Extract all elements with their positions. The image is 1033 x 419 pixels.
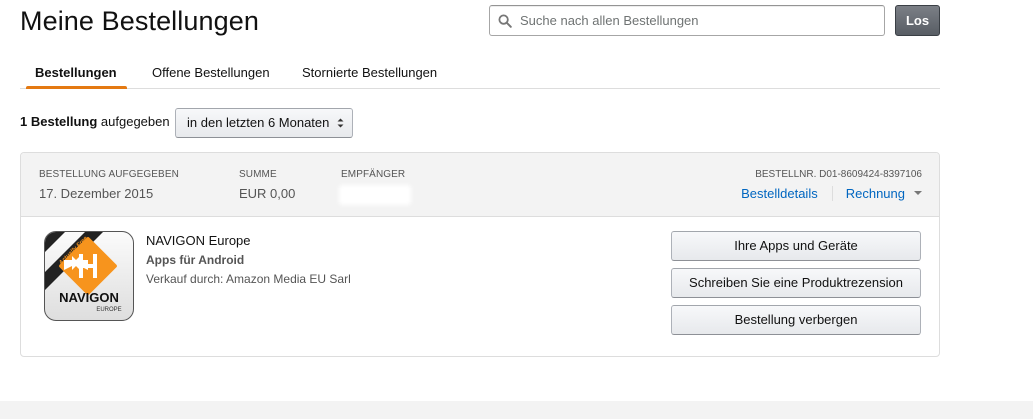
hide-order-button[interactable]: Bestellung verbergen [671,305,921,335]
footer-band [0,401,1033,419]
write-review-button[interactable]: Schreiben Sie eine Produktrezension [671,268,921,298]
order-card: BESTELLUNG AUFGEGEBEN 17. Dezember 2015 … [20,152,940,357]
active-tab-indicator [26,86,127,89]
product-title[interactable]: NAVIGON Europe [146,233,251,248]
logo-text: NAVIGON [59,290,119,305]
search-submit-button[interactable]: Los [895,5,940,36]
period-select[interactable]: in den letzten 6 Monaten [175,108,353,138]
order-date: 17. Dezember 2015 [39,186,154,201]
product-image[interactable]: Actually Free NAVIGON EUROPE [44,231,134,321]
order-number: BESTELLNR. D01-8609424-8397106 [755,169,922,180]
invoice-link[interactable]: Rechnung [846,186,905,201]
select-arrows-icon [337,109,344,148]
search-icon [490,6,520,35]
order-count: 1 Bestellung [20,114,98,129]
order-tabs: Bestellungen Offene Bestellungen Stornie… [20,56,940,89]
order-details-link[interactable]: Bestelldetails [741,186,818,201]
order-date-label: BESTELLUNG AUFGEGEBEN [39,169,179,180]
recipient-label: EMPFÄNGER [341,169,406,180]
apps-and-devices-button[interactable]: Ihre Apps und Geräte [671,231,921,261]
tab-orders[interactable]: Bestellungen [35,65,117,80]
order-count-suffix: aufgegeben [97,114,170,129]
tab-open-orders[interactable]: Offene Bestellungen [152,65,270,80]
product-category: Apps für Android [146,253,245,267]
search-input[interactable] [520,7,875,34]
tab-cancelled-orders[interactable]: Stornierte Bestellungen [302,65,437,80]
order-total-label: SUMME [239,169,277,180]
period-select-value: in den letzten 6 Monaten [187,115,330,130]
recipient-redacted [339,185,411,205]
order-total: EUR 0,00 [239,186,296,201]
search-box[interactable] [489,5,885,36]
page-title: Meine Bestellungen [20,6,259,36]
order-header-links: Bestelldetails Rechnung [741,186,922,201]
link-divider [831,186,833,201]
order-count-summary: 1 Bestellung aufgegeben [20,114,170,129]
caret-down-icon[interactable] [914,190,922,195]
product-seller: Verkauf durch: Amazon Media EU Sarl [146,272,351,286]
logo-subtext: EUROPE [96,307,121,313]
order-header: BESTELLUNG AUFGEGEBEN 17. Dezember 2015 … [21,153,939,217]
